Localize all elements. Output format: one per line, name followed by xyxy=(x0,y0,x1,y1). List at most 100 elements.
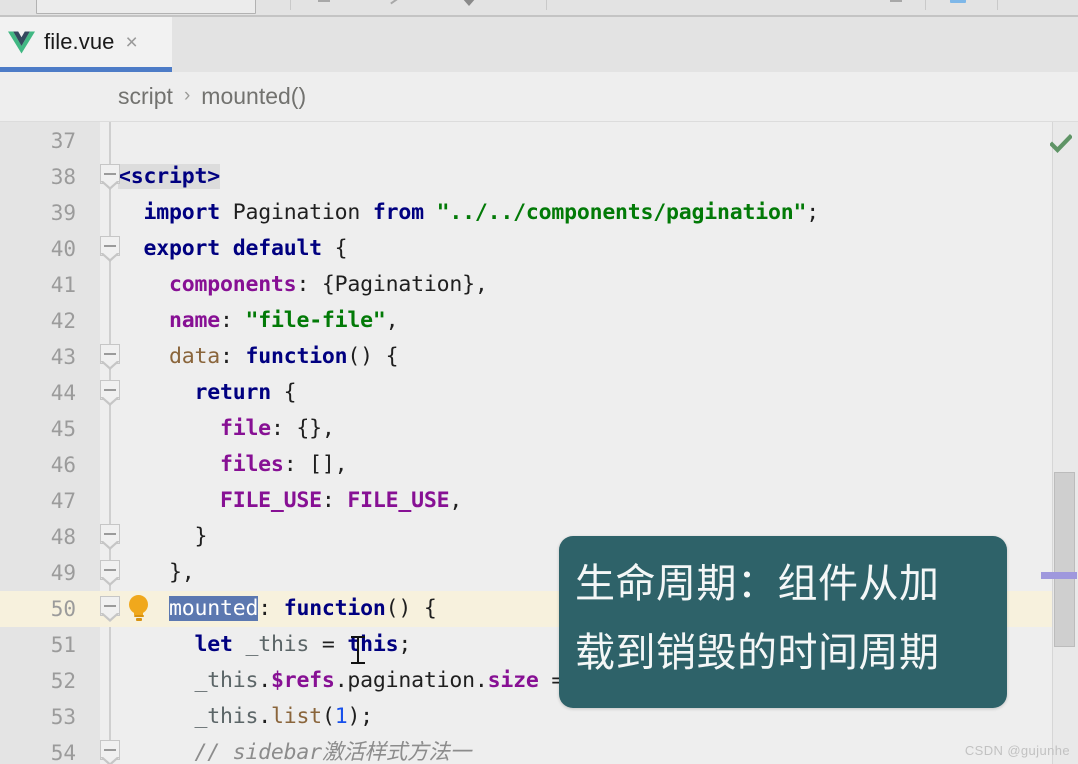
code-line[interactable]: 37 xyxy=(0,123,1078,159)
code-line[interactable]: 42 name: "file-file", xyxy=(0,303,1078,339)
code-token: : xyxy=(321,488,348,513)
close-icon[interactable]: × xyxy=(126,32,138,53)
code-token: _this xyxy=(245,632,310,657)
scrollbar-change-marker xyxy=(1041,572,1077,579)
code-token: . xyxy=(258,668,271,693)
dropdown-chevron-icon[interactable] xyxy=(462,0,476,6)
line-source[interactable]: mounted: function() { xyxy=(118,591,437,627)
mouse-ibeam-cursor xyxy=(350,634,366,666)
toolbar-combo-box[interactable] xyxy=(36,0,256,14)
breadcrumb-item-mounted[interactable]: mounted() xyxy=(201,83,306,110)
breadcrumb-item-script[interactable]: script xyxy=(118,83,173,110)
code-line[interactable]: 45 file: {}, xyxy=(0,411,1078,447)
editor-scrollbar[interactable] xyxy=(1054,122,1076,764)
code-token: .pagination. xyxy=(334,668,488,693)
line-source[interactable]: files: [], xyxy=(118,447,348,483)
minus-icon[interactable] xyxy=(890,0,902,2)
toolbar-separator xyxy=(290,0,291,10)
code-token: . xyxy=(258,704,271,729)
code-line[interactable]: 43 data: function() { xyxy=(0,339,1078,375)
code-token: list xyxy=(270,704,322,729)
code-token: , xyxy=(449,488,463,513)
line-source[interactable]: } xyxy=(118,519,207,555)
line-source[interactable]: FILE_USE: FILE_USE, xyxy=(118,483,462,519)
tab-label: file.vue xyxy=(44,29,115,54)
note-line-2: 载到销毁的时间周期 xyxy=(575,630,940,676)
line-number: 40 xyxy=(50,237,76,261)
code-token: "../../components/pagination" xyxy=(436,200,807,225)
line-number: 38 xyxy=(50,165,76,189)
fold-collapse-icon[interactable] xyxy=(98,596,122,622)
code-token: = xyxy=(309,632,348,657)
line-source[interactable]: data: function() { xyxy=(118,339,399,375)
vue-logo-icon xyxy=(8,31,35,54)
code-token: // sidebar激活样式方法一 xyxy=(118,740,472,764)
line-source[interactable]: _this.list(1); xyxy=(118,699,373,735)
line-number: 49 xyxy=(50,561,76,585)
code-token: () { xyxy=(347,344,399,369)
line-source[interactable]: components: {Pagination}, xyxy=(118,267,488,303)
line-number: 48 xyxy=(50,525,76,549)
forward-arrow-icon[interactable] xyxy=(390,0,399,5)
blue-swatch-icon[interactable] xyxy=(950,0,966,3)
line-source[interactable]: export default { xyxy=(118,231,348,267)
line-source[interactable]: return { xyxy=(118,375,296,411)
code-token: let xyxy=(194,632,233,657)
annotation-note-overlay: 生命周期：组件从加 载到销毁的时间周期 xyxy=(559,536,1007,708)
code-token: : {}, xyxy=(270,416,335,441)
fold-collapse-icon[interactable] xyxy=(98,524,122,550)
tab-file-vue[interactable]: file.vue × xyxy=(0,17,172,72)
fold-collapse-icon[interactable] xyxy=(98,236,122,262)
toolbar-separator-3 xyxy=(925,0,926,10)
line-source[interactable]: }, xyxy=(118,555,195,591)
line-source[interactable]: // sidebar激活样式方法一 xyxy=(118,735,471,764)
line-source[interactable]: <script> xyxy=(118,159,220,195)
line-source[interactable]: _this.$refs.pagination.size = 5; xyxy=(118,663,602,699)
line-source[interactable]: import Pagination from "../../components… xyxy=(118,195,820,231)
code-token: <script> xyxy=(118,164,220,189)
fold-collapse-icon[interactable] xyxy=(98,344,122,370)
fold-collapse-icon[interactable] xyxy=(98,164,122,190)
code-token: FILE_USE xyxy=(347,488,450,513)
code-line[interactable]: 41 components: {Pagination}, xyxy=(0,267,1078,303)
fold-collapse-icon[interactable] xyxy=(98,560,122,586)
code-line[interactable]: 38 <script> xyxy=(0,159,1078,195)
code-line[interactable]: 46 files: [], xyxy=(0,447,1078,483)
code-token: }, xyxy=(118,560,195,585)
code-editor[interactable]: 37 38 <script> 39 import Pagination from ".… xyxy=(0,122,1078,764)
fold-collapse-icon[interactable] xyxy=(98,380,122,406)
code-line[interactable]: 47 FILE_USE: FILE_USE, xyxy=(0,483,1078,519)
code-line[interactable]: 40 export default { xyxy=(0,231,1078,267)
code-token: : xyxy=(219,344,246,369)
line-number: 44 xyxy=(50,381,76,405)
code-token: : xyxy=(219,308,246,333)
code-token: : xyxy=(258,596,284,621)
line-source[interactable]: let _this = this; xyxy=(118,627,411,663)
code-token: file xyxy=(219,416,271,441)
line-number: 53 xyxy=(50,705,76,729)
code-line[interactable]: 44 return { xyxy=(0,375,1078,411)
line-number: 42 xyxy=(50,309,76,333)
line-number: 52 xyxy=(50,669,76,693)
code-token: "file-file" xyxy=(245,308,386,333)
scrollbar-thumb[interactable] xyxy=(1054,472,1075,647)
code-token: from xyxy=(372,200,424,225)
fold-collapse-icon[interactable] xyxy=(98,740,122,764)
line-number: 47 xyxy=(50,489,76,513)
code-token: Pagination xyxy=(219,200,373,225)
back-arrow-icon[interactable] xyxy=(318,0,330,2)
code-line[interactable]: 54 // sidebar激活样式方法一 xyxy=(0,735,1078,764)
line-source[interactable]: file: {}, xyxy=(118,411,335,447)
line-source[interactable]: name: "file-file", xyxy=(118,303,399,339)
line-number: 37 xyxy=(50,129,76,153)
code-line[interactable]: 39 import Pagination from "../../compone… xyxy=(0,195,1078,231)
code-token: size xyxy=(487,668,539,693)
